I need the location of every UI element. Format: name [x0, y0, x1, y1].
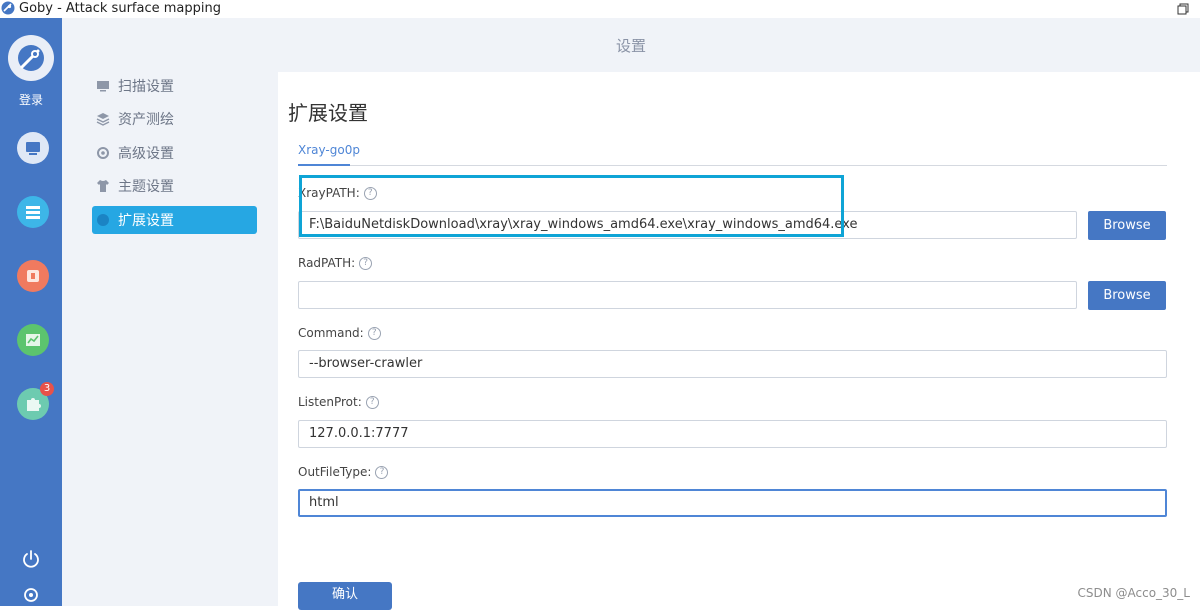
highlight-box: [299, 175, 844, 237]
outfiletype-label: OutFileType:: [298, 465, 372, 479]
power-icon[interactable]: [20, 548, 42, 570]
section-title: 扩展设置: [288, 101, 368, 125]
radpath-label: RadPATH:: [298, 256, 356, 270]
radpath-browse-button[interactable]: Browse: [1088, 281, 1166, 310]
rocket-icon: [18, 45, 44, 71]
menu-item-label: 扫描设置: [118, 79, 174, 95]
main-sidebar: 登录 3: [0, 18, 62, 606]
nav-scan-monitor-icon[interactable]: [17, 132, 49, 164]
nav-vulnerability-icon[interactable]: [17, 260, 49, 292]
settings-gear-icon[interactable]: [20, 584, 42, 606]
nav-assets-list-icon[interactable]: [17, 196, 49, 228]
monitor-icon: [97, 81, 109, 92]
command-label-row: Command: ?: [298, 326, 381, 340]
extensions-badge: 3: [40, 382, 54, 396]
command-input[interactable]: --browser-crawler: [298, 350, 1167, 378]
listenprot-input[interactable]: 127.0.0.1:7777: [298, 420, 1167, 448]
tab-active-indicator: [298, 164, 350, 166]
menu-item-extension-settings[interactable]: 扩展设置: [92, 206, 257, 234]
outfiletype-label-row: OutFileType: ?: [298, 465, 389, 479]
layers-icon: [96, 113, 110, 126]
menu-item-label: 资产测绘: [118, 112, 174, 128]
goby-app-icon: [1, 1, 15, 15]
goby-logo[interactable]: [8, 35, 54, 81]
login-link[interactable]: 登录: [0, 91, 62, 108]
xraypath-browse-button[interactable]: Browse: [1088, 211, 1166, 240]
help-icon[interactable]: ?: [365, 395, 379, 409]
command-label: Command:: [298, 326, 364, 340]
page-header: 设置: [62, 18, 1200, 72]
menu-item-advanced-settings[interactable]: 高级设置: [92, 139, 257, 167]
listenprot-label: ListenProt:: [298, 395, 362, 409]
menu-item-asset-mapping[interactable]: 资产测绘: [92, 105, 257, 133]
outfiletype-input[interactable]: html: [298, 489, 1167, 517]
menu-item-label: 高级设置: [118, 146, 174, 162]
radpath-input[interactable]: [298, 281, 1077, 309]
menu-item-label: 主题设置: [118, 179, 174, 195]
tab-divider: [298, 165, 1167, 166]
content-panel: [278, 72, 1200, 606]
menu-item-scan-settings[interactable]: 扫描设置: [92, 72, 257, 100]
menu-item-label: 扩展设置: [118, 213, 174, 229]
help-icon[interactable]: ?: [375, 465, 389, 479]
tab-xray-go0p[interactable]: Xray-go0p: [298, 143, 360, 157]
restore-window-icon[interactable]: [1176, 2, 1190, 16]
radpath-label-row: RadPATH: ?: [298, 256, 373, 270]
help-icon[interactable]: ?: [367, 326, 381, 340]
nav-report-chart-icon[interactable]: [17, 324, 49, 356]
gear-icon: [97, 147, 109, 159]
menu-item-theme-settings[interactable]: 主题设置: [92, 172, 257, 200]
puzzle-icon: [97, 214, 109, 226]
help-icon[interactable]: ?: [359, 256, 373, 270]
page-title: 设置: [615, 37, 646, 55]
listenprot-label-row: ListenProt: ?: [298, 395, 379, 409]
title-bar: Goby - Attack surface mapping: [0, 0, 1200, 18]
window-title: Goby - Attack surface mapping: [19, 1, 221, 16]
watermark: CSDN @Acco_30_L: [1077, 586, 1190, 600]
shirt-icon: [97, 180, 109, 192]
